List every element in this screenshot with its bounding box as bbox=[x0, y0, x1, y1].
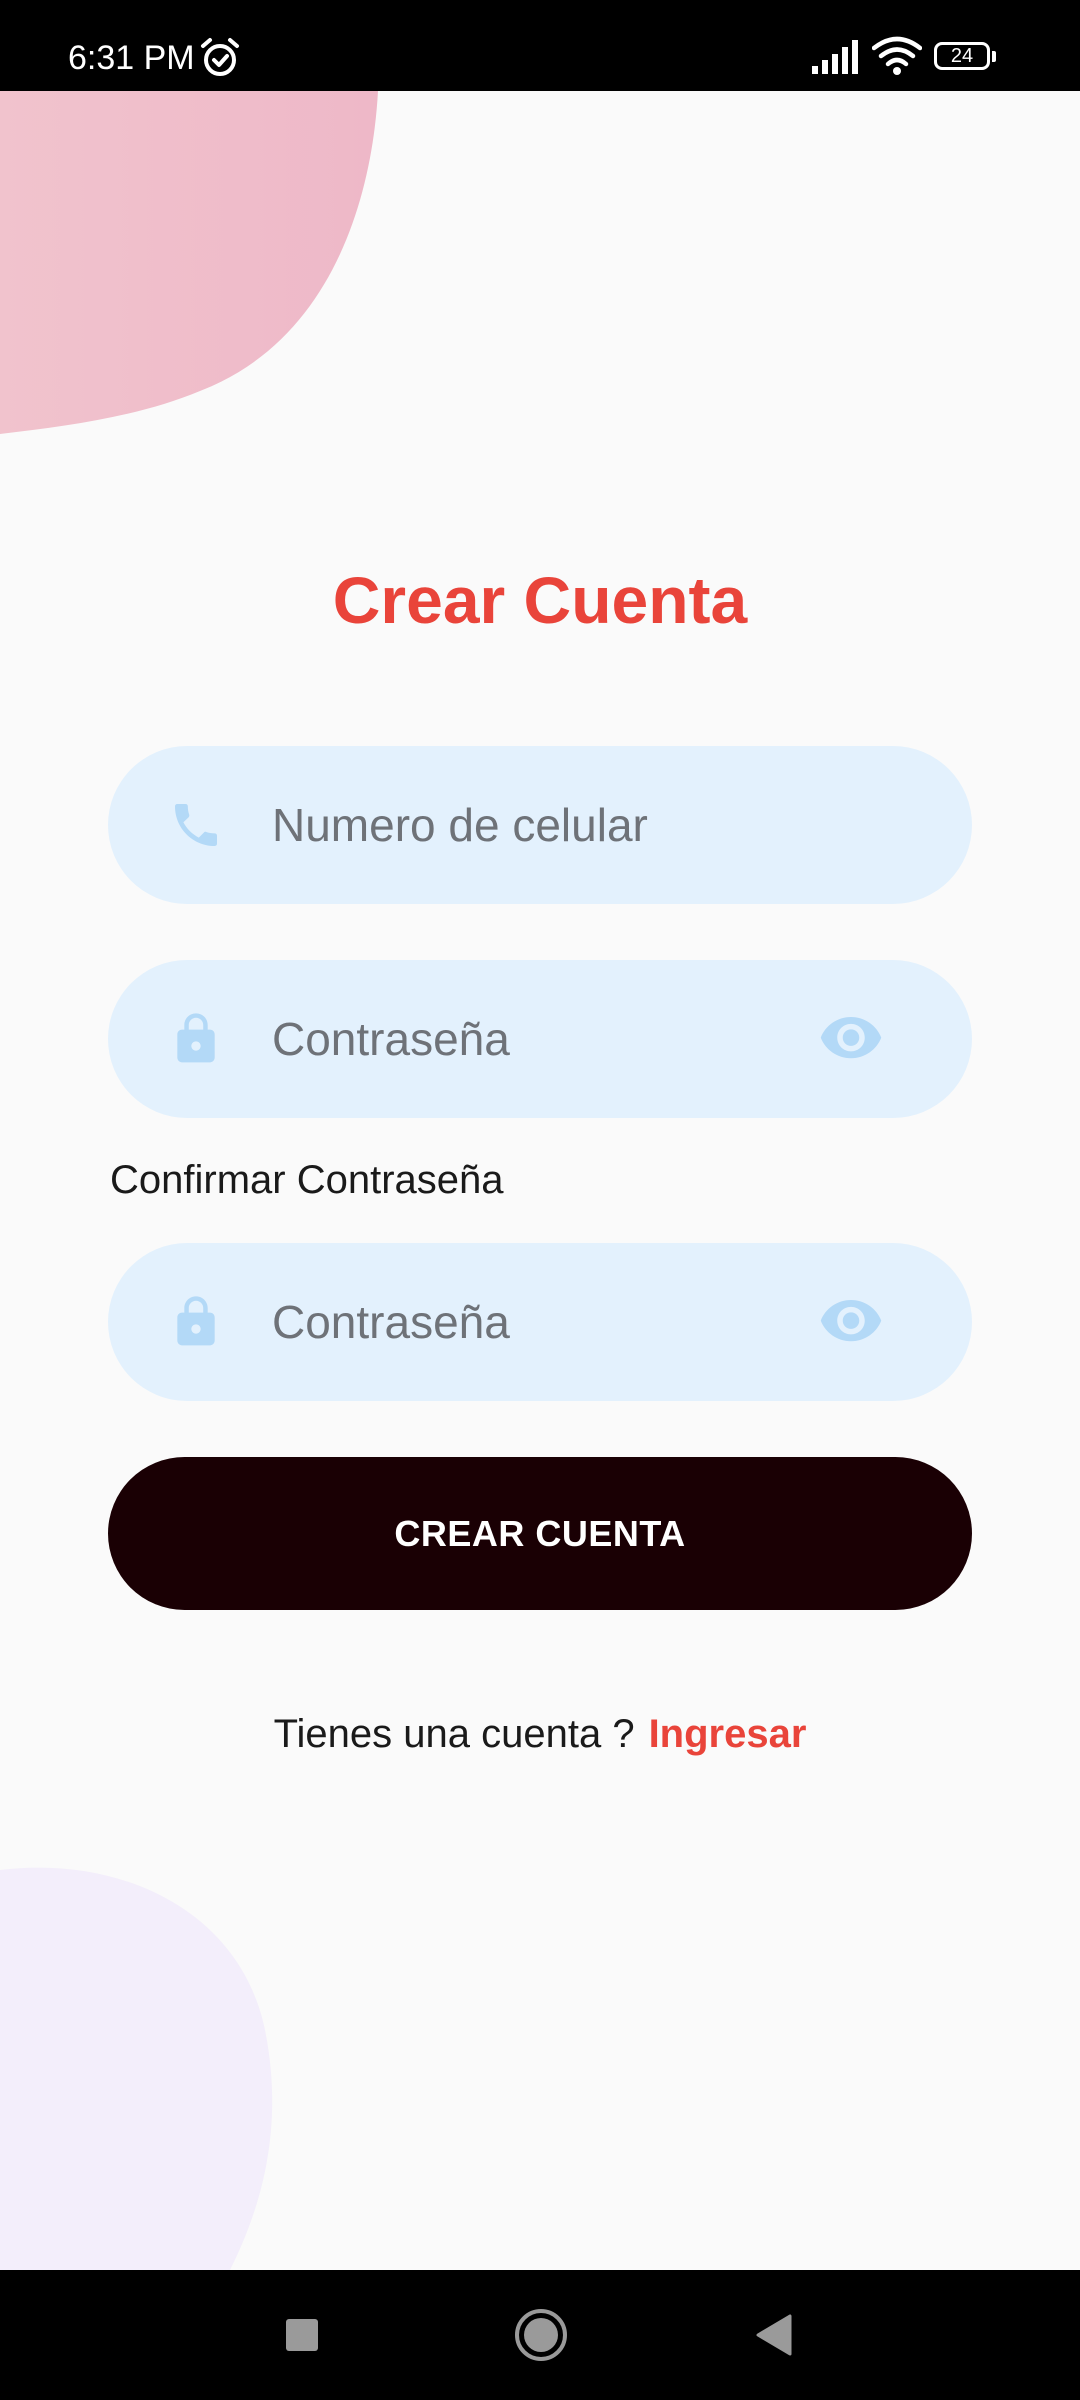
confirm-password-field[interactable] bbox=[108, 1243, 972, 1401]
create-account-screen: 6:31 PM 24 Crear Cuenta Numero de celula… bbox=[0, 0, 1080, 2400]
alarm-icon bbox=[201, 38, 239, 76]
eye-icon[interactable] bbox=[818, 1014, 884, 1064]
home-icon[interactable] bbox=[514, 2308, 568, 2362]
signin-prompt: Tienes una cuenta ? bbox=[273, 1712, 635, 1756]
password-field[interactable] bbox=[108, 960, 972, 1118]
navigation-bar bbox=[0, 2270, 1080, 2400]
battery-icon: 24 bbox=[934, 42, 996, 72]
battery-level: 24 bbox=[950, 45, 974, 67]
phone-input[interactable] bbox=[272, 790, 872, 860]
recents-icon[interactable] bbox=[284, 2317, 320, 2353]
confirm-password-input[interactable] bbox=[272, 1287, 872, 1357]
phone-field[interactable] bbox=[108, 746, 972, 904]
signal-icon bbox=[812, 40, 858, 74]
page-title: Crear Cuenta bbox=[332, 563, 748, 637]
signin-link[interactable]: Ingresar bbox=[649, 1712, 807, 1756]
status-bar: 6:31 PM 24 bbox=[0, 0, 1080, 91]
phone-icon bbox=[175, 804, 217, 846]
create-account-button[interactable]: CREAR CUENTA bbox=[108, 1457, 972, 1610]
status-time: 6:31 PM bbox=[68, 39, 195, 77]
lock-icon bbox=[177, 1296, 215, 1346]
confirm-password-label: Confirmar Contraseña bbox=[110, 1158, 504, 1202]
eye-icon[interactable] bbox=[818, 1297, 884, 1347]
signin-row: Tienes una cuenta ? Ingresar bbox=[0, 1708, 1080, 1760]
decorative-blob-bottom bbox=[0, 1867, 273, 2270]
lock-icon bbox=[177, 1013, 215, 1063]
wifi-icon bbox=[872, 36, 922, 75]
password-input[interactable] bbox=[272, 1004, 872, 1074]
decorative-blob-top bbox=[0, 91, 378, 434]
back-icon[interactable] bbox=[756, 2314, 792, 2356]
